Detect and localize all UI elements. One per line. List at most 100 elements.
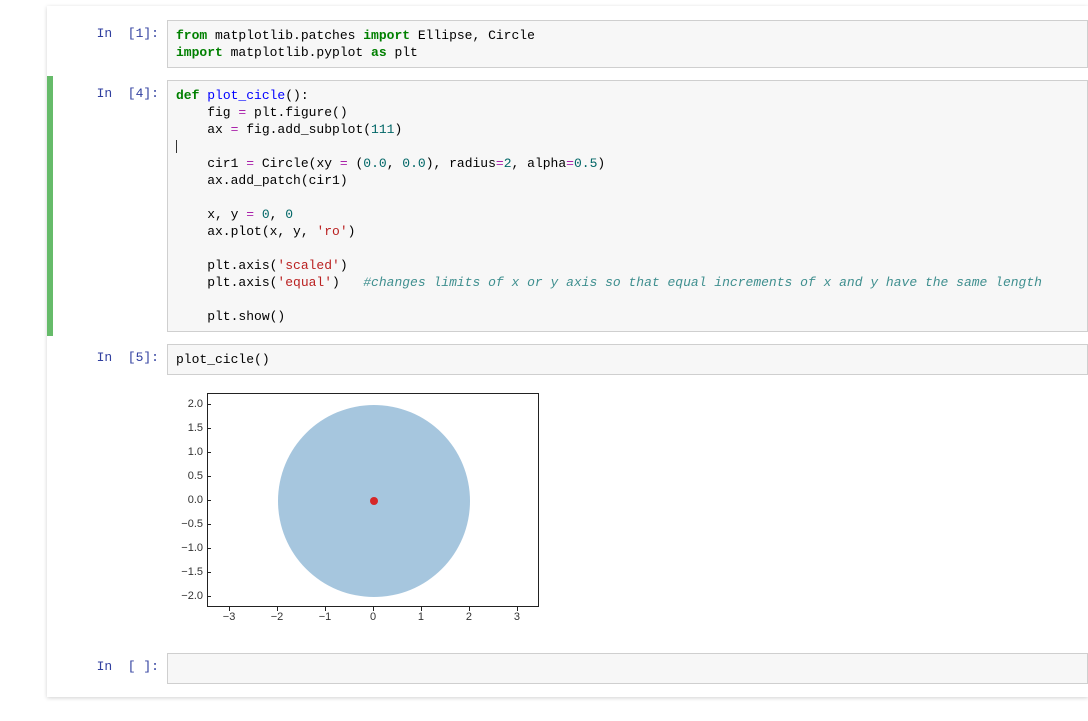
- input-prompt-4: In [ ]:: [47, 653, 167, 684]
- keyword: as: [371, 45, 387, 60]
- code-text: ): [340, 258, 348, 273]
- x-tick-mark: [517, 607, 518, 611]
- code-input-3[interactable]: plot_cicle(): [167, 344, 1088, 375]
- y-tick-label: −1.5: [163, 566, 203, 578]
- string: 'scaled': [277, 258, 339, 273]
- code-text: fig.add_subplot(: [238, 122, 371, 137]
- code-input-1[interactable]: from matplotlib.patches import Ellipse, …: [167, 20, 1088, 68]
- code-text: ): [348, 224, 356, 239]
- x-tick-label: 3: [514, 611, 520, 623]
- x-tick-mark: [469, 607, 470, 611]
- code-text: (: [348, 156, 364, 171]
- plot-axes: [207, 393, 539, 607]
- code-text: plot_cicle(): [176, 352, 270, 367]
- number: 0: [285, 207, 293, 222]
- y-tick-mark: [207, 452, 211, 453]
- x-tick-label: 0: [370, 611, 376, 623]
- code-text: ():: [285, 88, 308, 103]
- x-tick-label: −2: [271, 611, 284, 623]
- y-tick-label: 2.0: [163, 398, 203, 410]
- y-tick-label: 1.0: [163, 446, 203, 458]
- page: In [1]: from matplotlib.patches import E…: [0, 0, 1088, 721]
- operator: =: [496, 156, 504, 171]
- code-text: [254, 207, 262, 222]
- code-cell-3[interactable]: In [5]: plot_cicle(): [47, 340, 1088, 379]
- x-tick-label: −3: [223, 611, 236, 623]
- code-text: plt.axis(: [176, 275, 277, 290]
- code-text: x, y: [176, 207, 246, 222]
- code-input-4[interactable]: [167, 653, 1088, 684]
- y-tick-mark: [207, 428, 211, 429]
- input-prompt-1: In [1]:: [47, 20, 167, 68]
- code-cell-2[interactable]: In [4]: def plot_cicle(): fig = plt.figu…: [47, 76, 1088, 336]
- data-point: [370, 497, 378, 505]
- x-tick-label: 1: [418, 611, 424, 623]
- matplotlib-figure: 2.01.51.00.50.0−0.5−1.0−1.5−2.0−3−2−1012…: [167, 387, 545, 635]
- code-input-2[interactable]: def plot_cicle(): fig = plt.figure() ax …: [167, 80, 1088, 332]
- text-cursor: [176, 140, 177, 153]
- string: 'ro': [316, 224, 347, 239]
- x-tick-mark: [421, 607, 422, 611]
- code-text: fig: [176, 105, 238, 120]
- output-cell-3: 2.01.51.00.50.0−0.5−1.0−1.5−2.0−3−2−1012…: [47, 383, 1088, 635]
- keyword: def: [176, 88, 199, 103]
- comment: #changes limits of x or y axis so that e…: [363, 275, 1042, 290]
- input-prompt-3: In [5]:: [47, 344, 167, 375]
- number: 0: [262, 207, 270, 222]
- operator: =: [566, 156, 574, 171]
- code-text: , alpha: [512, 156, 567, 171]
- y-tick-label: −0.5: [163, 518, 203, 530]
- code-text: ): [597, 156, 605, 171]
- y-tick-mark: [207, 500, 211, 501]
- code-text: matplotlib.pyplot: [223, 45, 371, 60]
- code-text: cir1: [176, 156, 246, 171]
- function-name: plot_cicle: [207, 88, 285, 103]
- code-text: ax.add_patch(cir1): [176, 173, 348, 188]
- y-tick-label: −1.0: [163, 542, 203, 554]
- code-text: plt.axis(: [176, 258, 277, 273]
- x-tick-mark: [229, 607, 230, 611]
- x-tick-mark: [325, 607, 326, 611]
- y-tick-label: 0.5: [163, 470, 203, 482]
- code-cell-4[interactable]: In [ ]:: [47, 649, 1088, 688]
- code-line: plot_cicle(): [176, 352, 270, 367]
- code-text: ,: [387, 156, 403, 171]
- keyword: from: [176, 28, 207, 43]
- input-prompt-2: In [4]:: [47, 80, 167, 332]
- y-tick-label: 1.5: [163, 422, 203, 434]
- number: 2: [504, 156, 512, 171]
- y-tick-mark: [207, 524, 211, 525]
- code-text: ax: [176, 122, 231, 137]
- code-text: plt.show(): [176, 309, 285, 324]
- number: 0.0: [363, 156, 386, 171]
- code-cell-1[interactable]: In [1]: from matplotlib.patches import E…: [47, 16, 1088, 72]
- code-text: ), radius: [426, 156, 496, 171]
- code-text: ,: [270, 207, 286, 222]
- string: 'equal': [277, 275, 332, 290]
- code-line: from matplotlib.patches import Ellipse, …: [176, 28, 535, 60]
- x-tick-mark: [277, 607, 278, 611]
- y-tick-mark: [207, 596, 211, 597]
- number: 111: [371, 122, 394, 137]
- code-text: ax.plot(x, y,: [176, 224, 316, 239]
- code-text: Circle(xy: [254, 156, 340, 171]
- output-prompt-3: [47, 383, 167, 389]
- code-text: plt.figure(): [246, 105, 347, 120]
- keyword: import: [363, 28, 410, 43]
- y-tick-mark: [207, 548, 211, 549]
- operator: =: [246, 207, 254, 222]
- code-text: matplotlib.patches: [207, 28, 363, 43]
- code-text: Ellipse, Circle: [410, 28, 535, 43]
- code-text: ): [394, 122, 402, 137]
- x-tick-label: 2: [466, 611, 472, 623]
- number: 0.5: [574, 156, 597, 171]
- keyword: import: [176, 45, 223, 60]
- number: 0.0: [402, 156, 425, 171]
- y-tick-mark: [207, 476, 211, 477]
- operator: =: [340, 156, 348, 171]
- y-tick-mark: [207, 572, 211, 573]
- x-tick-label: −1: [319, 611, 332, 623]
- code-text: plt: [387, 45, 418, 60]
- y-tick-mark: [207, 404, 211, 405]
- y-tick-label: −2.0: [163, 590, 203, 602]
